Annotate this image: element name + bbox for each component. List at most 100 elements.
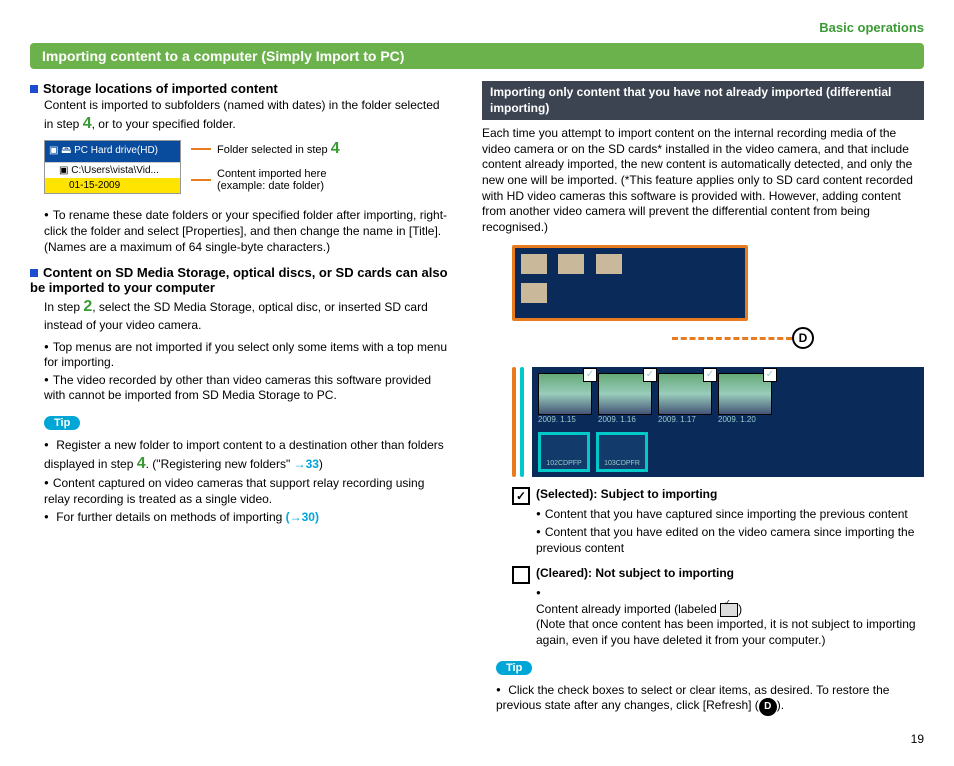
cleared-list: Content already imported (labeled ) (Not… — [536, 586, 924, 648]
folder-tree: ▣ 🖴 PC Hard drive(HD) ▣ C:\Users\vista\V… — [44, 140, 181, 194]
folder-tree-example: ▣ 🖴 PC Hard drive(HD) ▣ C:\Users\vista\V… — [44, 140, 452, 202]
sd-notes-list: Top menus are not imported if you select… — [44, 340, 452, 404]
checkbox-icon: ✓ — [763, 368, 777, 382]
folder-label: 103CDPFR — [604, 460, 640, 467]
rename-note-list: To rename these date folders or your spe… — [44, 208, 452, 255]
cleared-item: Content already imported (labeled ) (Not… — [536, 586, 924, 648]
app-screenshot-mock: D ✓2009. 1.15 ✓2009. 1.16 ✓2009. 1.17 ✓2… — [512, 245, 924, 477]
orange-line-icon — [191, 148, 211, 150]
date-label: 2009. 1.16 — [598, 415, 636, 424]
link-30[interactable]: (→30) — [286, 510, 319, 524]
dashed-arrow-icon — [672, 337, 792, 340]
tip-badge: Tip — [44, 416, 80, 430]
blue-marker-icon — [30, 85, 38, 93]
selected-list: Content that you have captured since imp… — [536, 507, 924, 556]
date-thumb: ✓ — [718, 373, 772, 415]
folder-callouts: Folder selected in step 4 Content import… — [191, 140, 340, 202]
folder-thumb: 103CDPFR — [596, 432, 648, 472]
date-thumb: ✓ — [538, 373, 592, 415]
tip-a2: . ("Registering new folders" — [146, 457, 294, 471]
tree-date-label: 01-15-2009 — [69, 180, 120, 191]
link-33[interactable]: →33 — [294, 457, 319, 471]
selected-item: Content that you have captured since imp… — [536, 507, 924, 523]
callout1-text: Folder selected in step — [217, 144, 331, 156]
folder-thumb: 102CDPFP — [538, 432, 590, 472]
hdd-imported-icon — [720, 603, 738, 617]
rename-note: To rename these date folders or your spe… — [44, 208, 452, 255]
right-column: Importing only content that you have not… — [482, 81, 924, 722]
step-4-ref: 4 — [83, 115, 92, 132]
sd-intro: In step 2, select the SD Media Storage, … — [44, 297, 452, 333]
heading-sd-import: Content on SD Media Storage, optical dis… — [30, 265, 452, 295]
checkbox-checked-icon: ✓ — [512, 487, 530, 505]
step4-ref-2: 4 — [331, 140, 340, 157]
checkbox-icon: ✓ — [703, 368, 717, 382]
step4-ref-3: 4 — [137, 455, 146, 472]
step-2-ref: 2 — [83, 298, 92, 315]
tip-refresh-a: Click the check boxes to select or clear… — [496, 683, 889, 713]
date-item: ✓2009. 1.20 — [718, 373, 772, 424]
tip-c1: For further details on methods of import… — [56, 510, 285, 524]
date-label: 2009. 1.20 — [718, 415, 756, 424]
tip-refresh: Click the check boxes to select or clear… — [496, 683, 924, 717]
ss-bottom-wrap: ✓2009. 1.15 ✓2009. 1.16 ✓2009. 1.17 ✓200… — [512, 367, 924, 477]
folder-row: 102CDPFP 103CDPFR — [538, 432, 918, 472]
cleared-b1: Content already imported (labeled — [536, 602, 720, 616]
page-number: 19 — [30, 732, 924, 746]
date-thumb: ✓ — [658, 373, 712, 415]
blue-marker-icon — [30, 269, 38, 277]
tip-badge-right: Tip — [496, 661, 532, 675]
selected-heading: (Selected): Subject to importing — [536, 487, 924, 501]
selected-item: Content that you have edited on the vide… — [536, 525, 924, 556]
ss-bottom-panel: ✓2009. 1.15 ✓2009. 1.16 ✓2009. 1.17 ✓200… — [532, 367, 924, 477]
label-d-badge: D — [792, 327, 814, 349]
tip-relay: Content captured on video cameras that s… — [44, 476, 452, 507]
thumb-icon — [558, 254, 584, 274]
ss-top-window — [512, 245, 748, 321]
storage-intro: Content is imported to subfolders (named… — [44, 98, 452, 134]
heading-sd-import-text: Content on SD Media Storage, optical dis… — [30, 265, 448, 295]
sd-intro-b: , select the SD Media Storage, optical d… — [44, 300, 428, 332]
callout-selected-folder: Folder selected in step 4 — [191, 140, 340, 158]
date-label: 2009. 1.17 — [658, 415, 696, 424]
date-row: ✓2009. 1.15 ✓2009. 1.16 ✓2009. 1.17 ✓200… — [538, 373, 918, 424]
checkbox-icon: ✓ — [643, 368, 657, 382]
tip-list-right: Click the check boxes to select or clear… — [496, 683, 924, 717]
section-header: Basic operations — [30, 20, 924, 35]
page-title-bar: Importing content to a computer (Simply … — [30, 43, 924, 69]
date-item: ✓2009. 1.17 — [658, 373, 712, 424]
orange-line-icon — [191, 179, 211, 181]
tip-a-close: ) — [319, 457, 323, 471]
orange-bar-icon — [512, 367, 516, 477]
folder-label: 102CDPFP — [546, 460, 581, 467]
checkbox-icon: ✓ — [583, 368, 597, 382]
thumb-icon — [521, 283, 547, 303]
cleared-legend: (Cleared): Not subject to importing Cont… — [512, 566, 924, 654]
callout-date-folder: Content imported here (example: date fol… — [191, 168, 340, 192]
selected-legend: ✓ (Selected): Subject to importing Conte… — [512, 487, 924, 562]
tree-date-row: 01-15-2009 — [45, 178, 180, 193]
date-item: ✓2009. 1.15 — [538, 373, 592, 424]
tree-path-row: ▣ C:\Users\vista\Vid... — [45, 162, 180, 178]
sd-note-1: Top menus are not imported if you select… — [44, 340, 452, 371]
cleared-heading: (Cleared): Not subject to importing — [536, 566, 924, 580]
thumb-icon — [596, 254, 622, 274]
heading-differential-importing: Importing only content that you have not… — [482, 81, 924, 120]
date-label: 2009. 1.15 — [538, 415, 576, 424]
sd-intro-a: In step — [44, 300, 83, 314]
tip-more-methods: For further details on methods of import… — [44, 510, 452, 526]
tree-drive-row: ▣ 🖴 PC Hard drive(HD) — [45, 141, 180, 162]
label-d-small-icon: D — [759, 698, 777, 716]
differential-paragraph: Each time you attempt to import content … — [482, 126, 924, 235]
tip-register-folder: Register a new folder to import content … — [44, 438, 452, 474]
storage-intro-b: , or to your specified folder. — [92, 117, 236, 131]
left-column: Storage locations of imported content Co… — [30, 81, 452, 722]
heading-storage-locations: Storage locations of imported content — [30, 81, 452, 96]
date-item: ✓2009. 1.16 — [598, 373, 652, 424]
thumb-icon — [521, 254, 547, 274]
callout-bars — [512, 367, 524, 477]
tip-refresh-b: ). — [777, 698, 784, 712]
checkbox-empty-icon — [512, 566, 530, 584]
tree-drive-label: PC Hard drive(HD) — [74, 145, 158, 156]
tip-list-left: Register a new folder to import content … — [44, 438, 452, 525]
